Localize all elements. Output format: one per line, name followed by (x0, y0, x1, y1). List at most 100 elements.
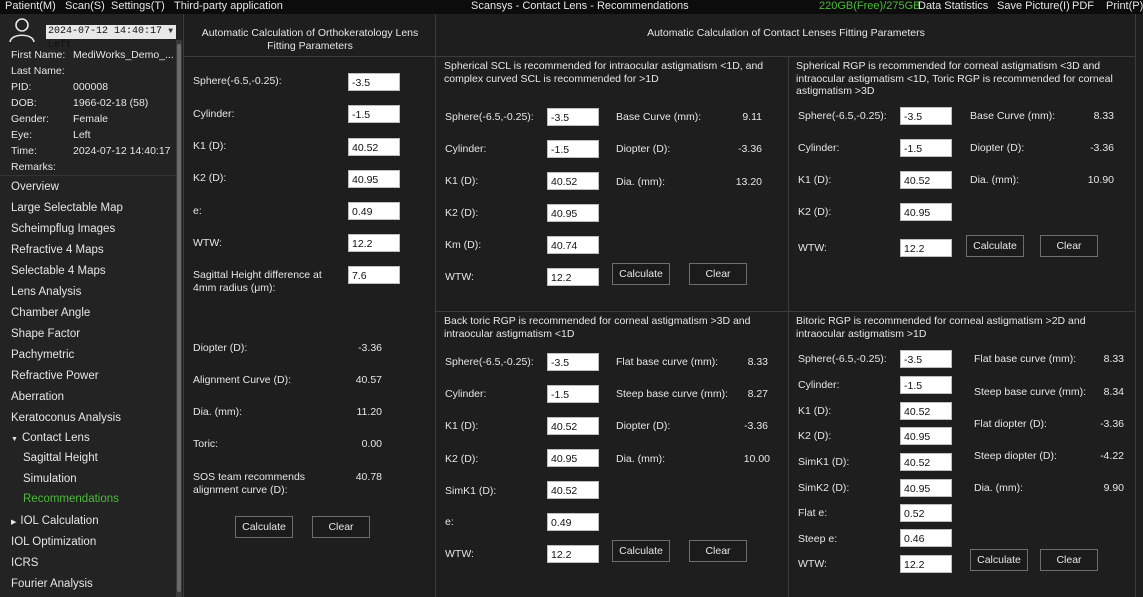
nav-keratoconus-analysis[interactable]: Keratoconus Analysis (0, 408, 176, 428)
ortho-diopter-label: Diopter (D): (193, 342, 248, 354)
backtoric-k2-input[interactable]: 40.95 (547, 449, 599, 467)
menu-pdf[interactable]: PDF (1072, 0, 1094, 13)
menu-save-picture[interactable]: Save Picture(I) (997, 0, 1070, 13)
nav-aberration[interactable]: Aberration (0, 387, 176, 407)
panel-border (788, 56, 789, 597)
backtoric-wtw-input[interactable]: 12.2 (547, 545, 599, 563)
ortho-k2-input[interactable]: 40.95 (348, 170, 400, 188)
scl-km-label: Km (D): (445, 239, 482, 251)
nav-iol-calculation[interactable]: ▶ IOL Calculation (0, 511, 176, 531)
bitoric-simk1-input[interactable]: 40.52 (900, 453, 952, 471)
rgp-clear-button[interactable]: Clear (1040, 235, 1098, 257)
scl-k1-input[interactable]: 40.52 (547, 172, 599, 190)
ortho-cylinder-input[interactable]: -1.5 (348, 105, 400, 123)
menu-settings[interactable]: Settings(T) (111, 0, 165, 13)
bitoric-steep-e-input[interactable]: 0.46 (900, 529, 952, 547)
menu-patient[interactable]: Patient(M) (5, 0, 56, 13)
nav-refractive-power[interactable]: Refractive Power (0, 366, 176, 386)
ortho-calculate-button[interactable]: Calculate (235, 516, 293, 538)
panel-border (1135, 14, 1136, 597)
nav-contact-lens[interactable]: ▼ Contact Lens (0, 428, 176, 448)
nav-iol-calculation-label: IOL Calculation (20, 515, 99, 527)
scl-km-input[interactable]: 40.74 (547, 236, 599, 254)
backtoric-simk1-input[interactable]: 40.52 (547, 481, 599, 499)
ortho-wtw-input[interactable]: 12.2 (348, 234, 400, 252)
eye-label: Eye: (11, 129, 33, 141)
nav-selectable-4-maps[interactable]: Selectable 4 Maps (0, 261, 176, 281)
nav-pachymetric[interactable]: Pachymetric (0, 345, 176, 365)
nav-shape-factor[interactable]: Shape Factor (0, 324, 176, 344)
rgp-description: Spherical RGP is recommended for corneal… (796, 60, 1113, 97)
nav-iol-optimization[interactable]: IOL Optimization (0, 532, 176, 552)
bitoric-flat-diopter-value: -3.36 (1100, 418, 1124, 430)
scl-sphere-label: Sphere(-6.5,-0.25): (445, 111, 534, 123)
bitoric-calculate-button[interactable]: Calculate (970, 549, 1028, 571)
ortho-e-input[interactable]: 0.49 (348, 202, 400, 220)
panel-border (183, 56, 1136, 57)
bitoric-k2-input[interactable]: 40.95 (900, 427, 952, 445)
menu-print[interactable]: Print(P) (1106, 0, 1143, 13)
menu-third-party[interactable]: Third-party application (174, 0, 283, 13)
scl-k2-input[interactable]: 40.95 (547, 204, 599, 222)
backtoric-description: Back toric RGP is recommended for cornea… (444, 315, 751, 340)
nav-recommendations[interactable]: Recommendations (0, 489, 176, 509)
nav-icrs[interactable]: ICRS (0, 553, 176, 573)
backtoric-flat-base-label: Flat base curve (mm): (616, 356, 719, 368)
rgp-calculate-button[interactable]: Calculate (966, 235, 1024, 257)
nav-scheimpflug-images[interactable]: Scheimpflug Images (0, 219, 176, 239)
nav-overview[interactable]: Overview (0, 177, 176, 197)
dob-value: 1966-02-18 (58) (73, 97, 149, 109)
nav-simulation[interactable]: Simulation (0, 469, 176, 489)
rgp-k2-input[interactable]: 40.95 (900, 203, 952, 221)
backtoric-clear-button[interactable]: Clear (689, 540, 747, 562)
backtoric-calculate-button[interactable]: Calculate (612, 540, 670, 562)
backtoric-cylinder-input[interactable]: -1.5 (547, 385, 599, 403)
ortho-dia-label: Dia. (mm): (193, 406, 242, 418)
bitoric-flat-e-input[interactable]: 0.52 (900, 504, 952, 522)
scl-sphere-input[interactable]: -3.5 (547, 108, 599, 126)
backtoric-simk1-label: SimK1 (D): (445, 485, 497, 497)
gender-value: Female (73, 113, 109, 125)
menu-scan[interactable]: Scan(S) (65, 0, 105, 13)
menu-data-statistics[interactable]: Data Statistics (918, 0, 988, 13)
rgp-sphere-input[interactable]: -3.5 (900, 107, 952, 125)
nav-sagittal-height[interactable]: Sagittal Height (0, 448, 176, 468)
scl-clear-button[interactable]: Clear (689, 263, 747, 285)
backtoric-e-input[interactable]: 0.49 (547, 513, 599, 531)
backtoric-diopter-label: Diopter (D): (616, 420, 671, 432)
rgp-k1-input[interactable]: 40.52 (900, 171, 952, 189)
scl-cylinder-input[interactable]: -1.5 (547, 140, 599, 158)
rgp-cylinder-input[interactable]: -1.5 (900, 139, 952, 157)
dropdown-arrow-icon: ▼ (168, 27, 173, 36)
nav-lens-analysis[interactable]: Lens Analysis (0, 282, 176, 302)
nav-refractive-4-maps[interactable]: Refractive 4 Maps (0, 240, 176, 260)
bitoric-cylinder-label: Cylinder: (798, 379, 840, 391)
ortho-clear-button[interactable]: Clear (312, 516, 370, 538)
storage-status: 220GB(Free)/275GB (819, 0, 921, 12)
nav-chamber-angle[interactable]: Chamber Angle (0, 303, 176, 323)
scl-wtw-input[interactable]: 12.2 (547, 268, 599, 286)
bitoric-k1-input[interactable]: 40.52 (900, 402, 952, 420)
pid-value: 000008 (73, 81, 109, 93)
ortho-sphere-input[interactable]: -3.5 (348, 73, 400, 91)
sidebar-scroll-thumb[interactable] (177, 44, 181, 592)
collapsed-triangle-icon: ▶ (11, 519, 17, 526)
rgp-diopter-value: -3.36 (1090, 142, 1114, 154)
backtoric-k1-input[interactable]: 40.52 (547, 417, 599, 435)
scl-calculate-button[interactable]: Calculate (612, 263, 670, 285)
nav-large-selectable-map[interactable]: Large Selectable Map (0, 198, 176, 218)
backtoric-steep-base-label: Steep base curve (mm): (616, 388, 729, 400)
nav-fourier-analysis[interactable]: Fourier Analysis (0, 574, 176, 594)
bitoric-simk2-input[interactable]: 40.95 (900, 479, 952, 497)
bitoric-cylinder-input[interactable]: -1.5 (900, 376, 952, 394)
bitoric-sphere-input[interactable]: -3.5 (900, 350, 952, 368)
bitoric-wtw-input[interactable]: 12.2 (900, 555, 952, 573)
backtoric-sphere-input[interactable]: -3.5 (547, 353, 599, 371)
ortho-k1-input[interactable]: 40.52 (348, 138, 400, 156)
bitoric-clear-button[interactable]: Clear (1040, 549, 1098, 571)
ortho-sag-input[interactable]: 7.6 (348, 266, 400, 284)
exam-select[interactable]: 2024-07-12 14:40:17 Left ▼ (46, 25, 176, 51)
scl-description: Spherical SCL is recommended for intraoc… (444, 60, 764, 85)
panel-border (436, 311, 1136, 312)
rgp-wtw-input[interactable]: 12.2 (900, 239, 952, 257)
